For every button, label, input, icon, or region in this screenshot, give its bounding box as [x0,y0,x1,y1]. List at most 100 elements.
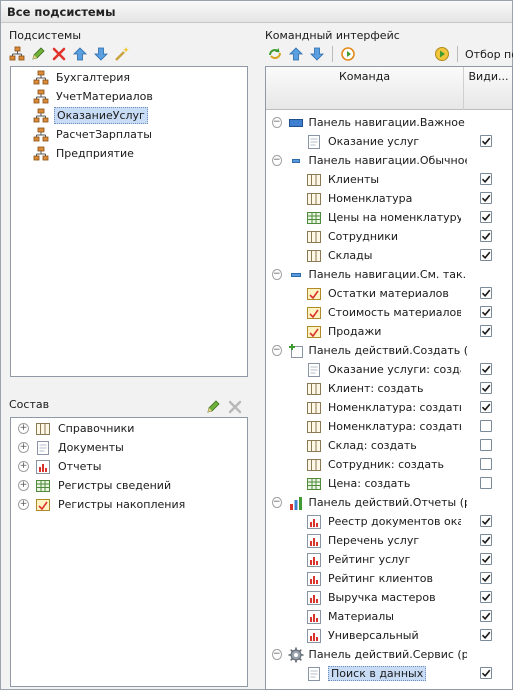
delete-icon[interactable] [51,46,67,62]
visibility-checkbox[interactable] [480,382,492,394]
visibility-checkbox[interactable] [480,572,492,584]
subsystem-item[interactable]: РасчетЗарплаты [33,125,154,144]
command-row[interactable]: Продажи [266,322,512,341]
expand-icon[interactable]: + [18,423,29,434]
visibility-checkbox[interactable] [480,667,492,679]
command-row[interactable]: Цена: создать [266,474,512,493]
command-row[interactable]: Склады [266,246,512,265]
visibility-checkbox[interactable] [480,230,492,242]
collapse-icon[interactable]: − [272,497,282,508]
command-row[interactable]: Номенклатура: создать... [266,417,512,436]
command-row[interactable]: Номенклатура: создать [266,398,512,417]
subsystem-item[interactable]: Бухгалтерия [33,68,132,87]
accumulation-register-icon [306,324,322,340]
move-up-icon[interactable] [72,46,88,62]
move-up-icon[interactable] [288,46,304,62]
visibility-checkbox[interactable] [480,173,492,185]
expand-icon[interactable]: + [18,480,29,491]
command-row[interactable]: Рейтинг клиентов [266,569,512,588]
command-label: Склад: создать [328,439,417,452]
command-group-row[interactable]: − Панель действий.Сервис (р... [266,645,512,664]
command-row[interactable]: Цены на номенклатуру [266,208,512,227]
command-row[interactable]: Материалы [266,607,512,626]
composition-tree[interactable]: + Справочники + Документы + Отчеты + Рег… [10,417,248,687]
accumulation-register-icon [306,286,322,302]
composition-label: Справочники [58,422,135,435]
command-row[interactable]: Рейтинг услуг [266,550,512,569]
command-row[interactable]: Универсальный [266,626,512,645]
command-row[interactable]: Поиск в данных [266,664,512,683]
composition-item[interactable]: + Отчеты [18,457,103,476]
visibility-checkbox[interactable] [480,306,492,318]
collapse-icon[interactable]: − [272,117,282,128]
visibility-checkbox[interactable] [480,534,492,546]
composition-item[interactable]: + Регистры накопления [18,495,187,514]
move-down-icon[interactable] [93,46,109,62]
visibility-checkbox[interactable] [480,363,492,375]
move-down-icon[interactable] [309,46,325,62]
subsystem-item[interactable]: УчетМатериалов [33,87,155,106]
column-header-command[interactable]: Команда [266,67,464,110]
command-row[interactable]: Стоимость материалов [266,303,512,322]
composition-item[interactable]: + Регистры сведений [18,476,173,495]
visibility-checkbox[interactable] [480,249,492,261]
visibility-checkbox[interactable] [480,211,492,223]
collapse-icon[interactable]: − [272,269,282,280]
command-row[interactable]: Оказание услуги: созда... [266,360,512,379]
visibility-checkbox[interactable] [480,401,492,413]
edit-pencil-icon[interactable] [30,46,46,62]
hierarchy-icon[interactable] [9,46,25,62]
command-row[interactable]: Оказание услуг [266,132,512,151]
visibility-checkbox[interactable] [480,192,492,204]
collapse-icon[interactable]: − [272,649,282,660]
command-row[interactable]: Остатки материалов [266,284,512,303]
subsystem-item[interactable]: ОказаниеУслуг [33,106,148,125]
subsystem-item[interactable]: Предприятие [33,144,136,163]
command-grid[interactable]: Команда Види... − Панель навигации.Важное… [265,66,513,690]
visibility-checkbox[interactable] [480,325,492,337]
command-row[interactable]: Клиент: создать [266,379,512,398]
visibility-checkbox[interactable] [480,610,492,622]
command-row[interactable]: Номенклатура [266,189,512,208]
command-row[interactable]: Реестр документов ока... [266,512,512,531]
visibility-checkbox[interactable] [480,515,492,527]
command-row[interactable]: Перечень услуг [266,531,512,550]
visibility-checkbox[interactable] [480,287,492,299]
command-row[interactable]: Склад: создать [266,436,512,455]
visibility-checkbox[interactable] [480,135,492,147]
reset-icon[interactable] [340,46,356,62]
expand-icon[interactable]: + [18,461,29,472]
command-group-row[interactable]: − Панель действий.Отчеты (р... [266,493,512,512]
composition-item[interactable]: + Документы [18,438,126,457]
column-header-visible[interactable]: Види... [464,67,512,110]
delete-icon[interactable] [227,399,243,415]
command-label: Номенклатура: создать [328,401,461,414]
wand-icon[interactable] [114,46,130,62]
expand-icon[interactable]: + [18,442,29,453]
visibility-checkbox[interactable] [480,591,492,603]
command-group-row[interactable]: − Панель действий.Создать (... [266,341,512,360]
expand-icon[interactable]: + [18,499,29,510]
command-group-row[interactable]: − Панель навигации.Важное (... [266,113,512,132]
command-group-row[interactable]: − Панель навигации.См. так... [266,265,512,284]
refresh-icon[interactable] [267,46,283,62]
command-row[interactable]: Сотрудники [266,227,512,246]
edit-pencil-icon[interactable] [205,399,221,415]
visibility-checkbox[interactable] [480,629,492,641]
filter-label[interactable]: Отбор по р [465,48,513,61]
command-group-row[interactable]: − Панель навигации.Обычное... [266,151,512,170]
collapse-icon[interactable]: − [272,345,282,356]
visibility-checkbox[interactable] [480,420,492,432]
subsystems-tree[interactable]: Бухгалтерия УчетМатериалов ОказаниеУслуг… [10,66,248,377]
command-row[interactable]: Выручка мастеров [266,588,512,607]
visibility-checkbox[interactable] [480,553,492,565]
collapse-icon[interactable]: − [272,155,282,166]
command-row[interactable]: Клиенты [266,170,512,189]
visibility-checkbox[interactable] [480,439,492,451]
composition-item[interactable]: + Справочники [18,419,136,438]
visibility-checkbox[interactable] [480,458,492,470]
command-row[interactable]: Сотрудник: создать [266,455,512,474]
visibility-checkbox[interactable] [480,477,492,489]
filter-play-icon[interactable] [434,46,450,62]
subsystem-label: Предприятие [56,147,134,160]
